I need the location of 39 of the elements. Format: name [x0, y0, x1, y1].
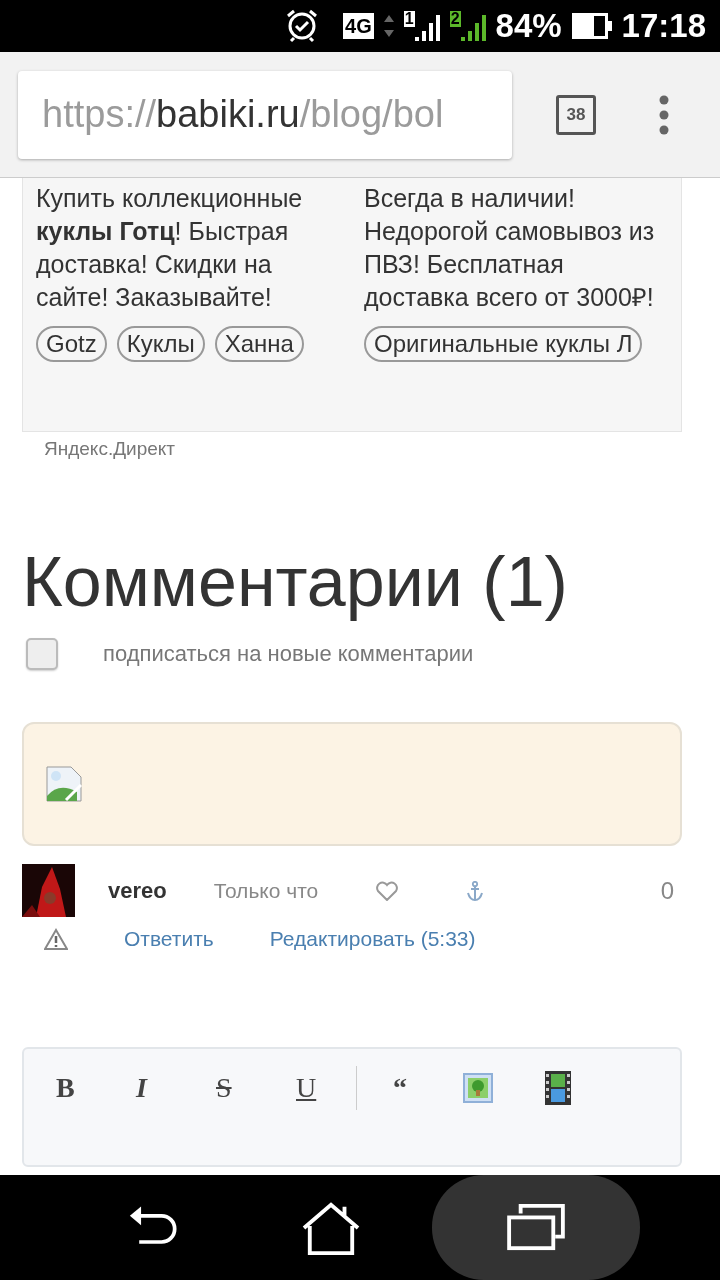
data-arrows-icon: [383, 14, 394, 38]
comment-score: 0: [660, 876, 674, 905]
ad-label[interactable]: Яндекс.Директ: [22, 432, 682, 460]
strike-button[interactable]: S: [216, 1072, 296, 1104]
bold-button[interactable]: B: [56, 1072, 136, 1104]
italic-button[interactable]: I: [136, 1072, 216, 1104]
film-icon[interactable]: [545, 1071, 571, 1105]
home-icon[interactable]: [302, 1200, 360, 1255]
network-badge: 4G: [343, 13, 374, 39]
menu-icon[interactable]: [658, 94, 670, 135]
sim-badge: 2: [449, 11, 461, 27]
address-bar[interactable]: https://babiki.ru/blog/bol: [18, 70, 512, 159]
broken-image-icon: [46, 766, 82, 802]
sim-badge: 1: [403, 11, 415, 27]
battery-icon: [571, 13, 612, 39]
url-text: https://babiki.ru/blog/bol: [42, 93, 444, 136]
warning-icon[interactable]: [44, 928, 68, 950]
image-icon[interactable]: [463, 1073, 493, 1103]
battery-percent: 84%: [495, 7, 562, 45]
ad-text[interactable]: Купить коллекционные куклы Готц! Быстрая доставка! Скидки на сайте! Заказывайте!: [36, 182, 326, 314]
comment-action-link[interactable]: Ответить: [124, 927, 214, 951]
heart-icon[interactable]: [376, 880, 399, 901]
tab-count-button[interactable]: 38: [556, 94, 596, 135]
keyword-chip[interactable]: Куклы: [116, 326, 205, 362]
comments-heading: Комментарии (1): [22, 542, 569, 622]
author-name[interactable]: vereo: [108, 877, 167, 904]
comment-time: Только что: [213, 878, 319, 903]
clock: 17:18: [621, 7, 706, 45]
subscribe-label[interactable]: подписаться на новые комментарии: [103, 641, 474, 667]
alarm-icon: [285, 8, 320, 44]
comment-action-link[interactable]: Редактировать (5:33): [269, 927, 476, 951]
keyword-chip[interactable]: Gotz: [36, 326, 107, 362]
ad-text[interactable]: Всегда в наличии! Недорогой самовывоз из ПВЗ! Бесплатная доставка всего от 3000₽!: [364, 182, 674, 314]
keyword-chip[interactable]: Ханна: [214, 326, 304, 362]
subscribe-checkbox[interactable]: [26, 638, 58, 670]
underline-button[interactable]: U: [296, 1072, 376, 1104]
keyword-chip[interactable]: Оригинальные куклы Л: [364, 326, 643, 362]
recents-icon: [507, 1203, 565, 1252]
quote-button[interactable]: “: [389, 1072, 463, 1104]
